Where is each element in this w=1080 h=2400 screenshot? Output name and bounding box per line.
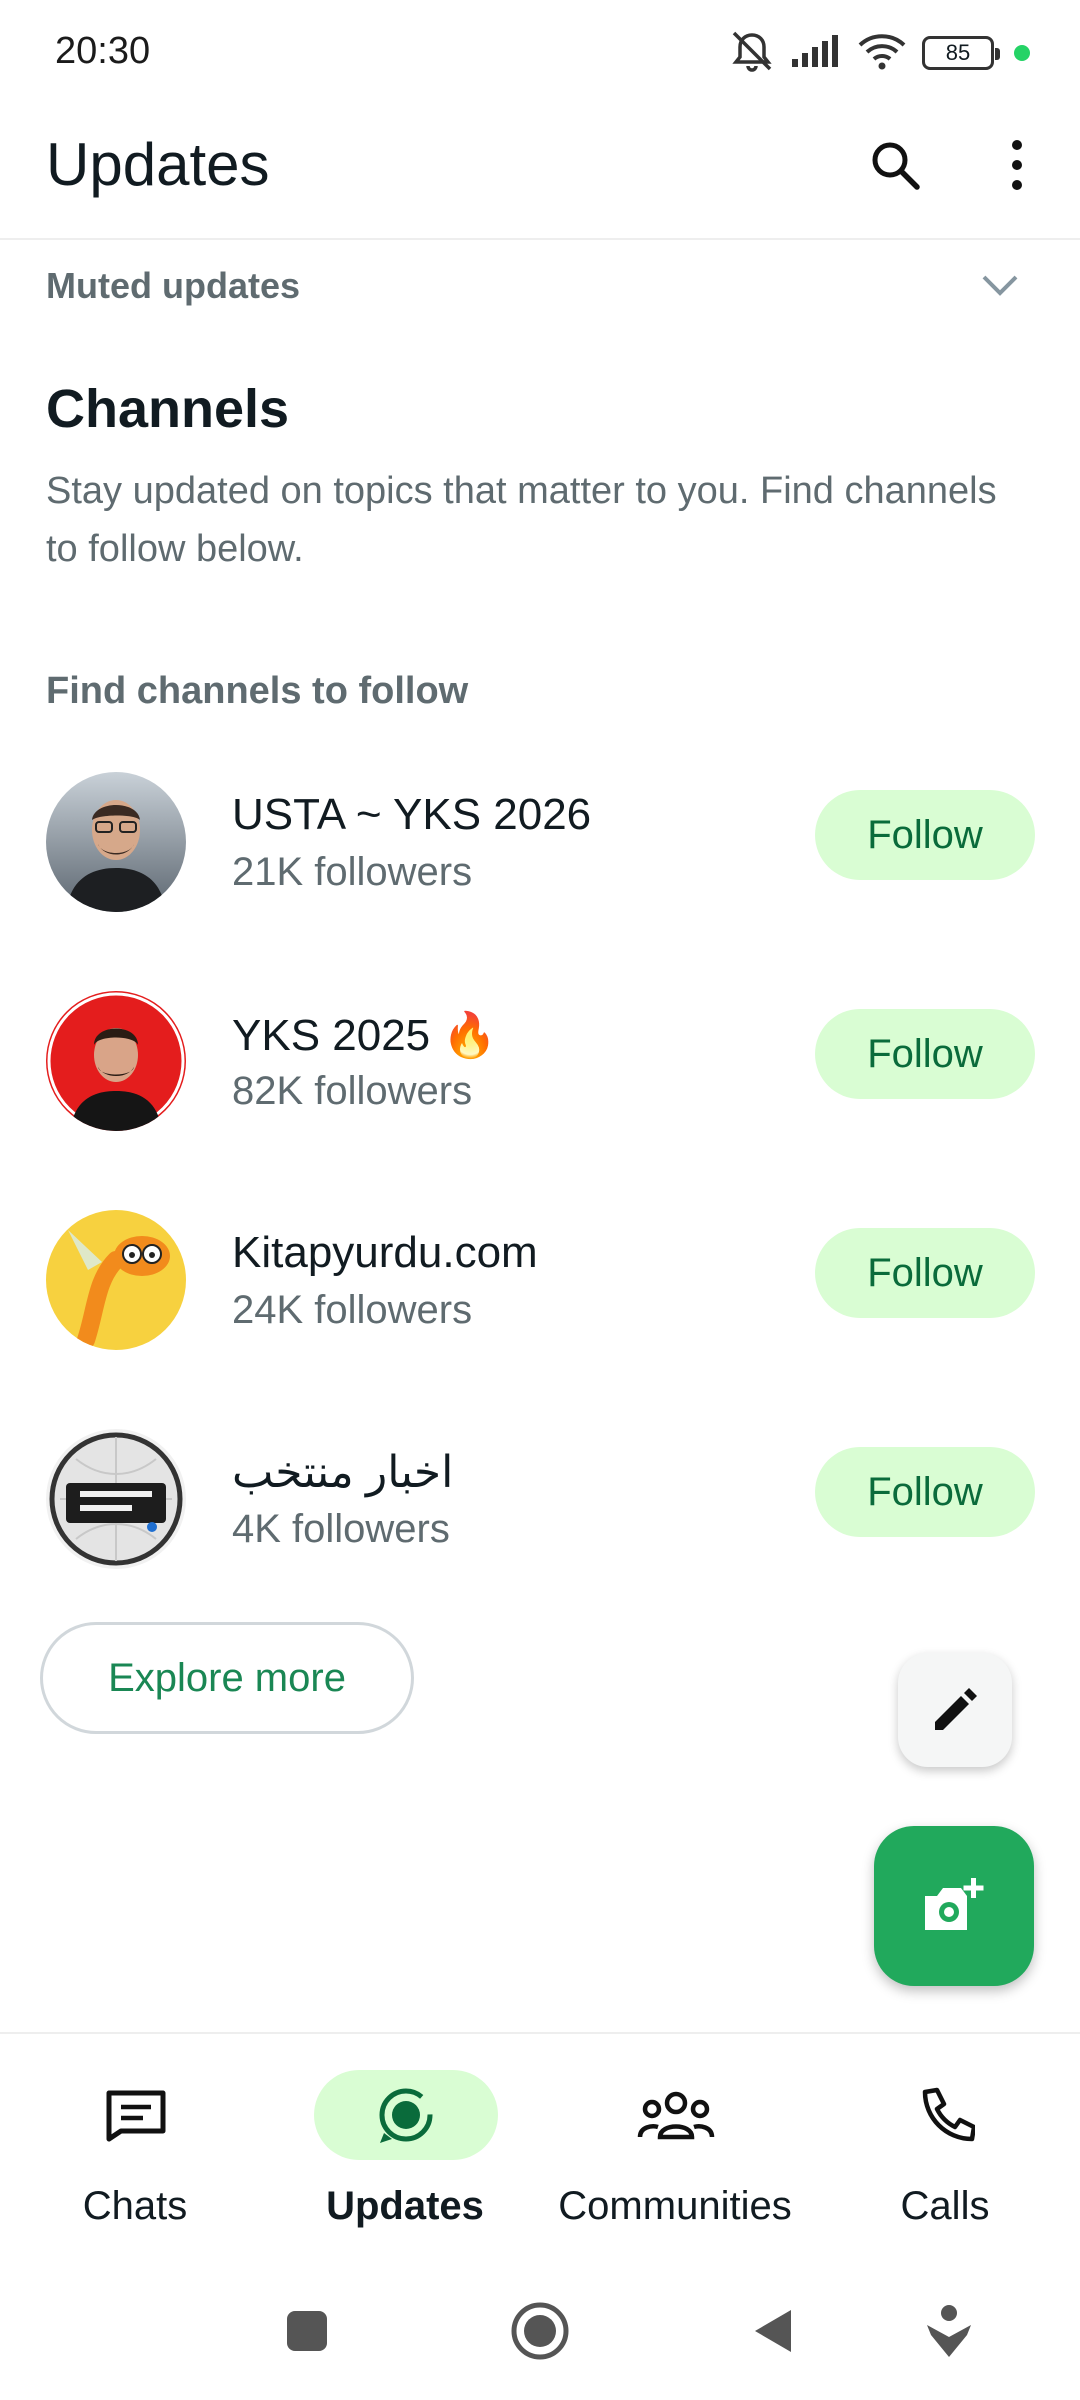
status-bar: 20:30 85 — [0, 0, 1080, 100]
channels-description: Stay updated on topics that matter to yo… — [46, 470, 997, 570]
phone-icon — [922, 2087, 975, 2142]
camera-add-icon — [925, 1878, 984, 1930]
channel-avatar — [46, 772, 186, 912]
nav-chats-pill — [44, 2070, 228, 2160]
camera-status-button[interactable] — [874, 1826, 1034, 1986]
nav-chats[interactable]: Chats — [0, 2034, 270, 2264]
channel-followers: 4K followers — [232, 1507, 450, 1551]
channel-followers: 82K followers — [232, 1069, 473, 1113]
page-title: Updates — [46, 131, 270, 198]
channel-item[interactable]: Kitapyurdu.com 24K followers Follow — [0, 1210, 1080, 1390]
channel-name: اخبار منتخب — [232, 1448, 454, 1497]
channel-name: Kitapyurdu.com — [232, 1228, 538, 1277]
chat-icon — [106, 2090, 166, 2142]
accessibility-icon — [927, 2305, 971, 2357]
nav-communities-pill — [584, 2070, 768, 2160]
home-button[interactable] — [505, 2296, 575, 2366]
chevron-down-icon[interactable] — [975, 260, 1025, 310]
status-time: 20:30 — [55, 30, 151, 72]
follow-button[interactable]: Follow — [815, 1228, 1035, 1318]
find-channels-label: Find channels to follow — [46, 670, 469, 712]
channel-name: YKS 2025 🔥 — [232, 1011, 498, 1060]
more-options-button[interactable] — [977, 125, 1057, 205]
status-icons: 85 — [728, 28, 1030, 78]
nav-communities[interactable]: Communities — [540, 2034, 810, 2264]
nav-updates-label: Updates — [326, 2184, 484, 2228]
updates-icon — [379, 2088, 433, 2143]
nav-chats-label: Chats — [82, 2184, 188, 2228]
home-circle-icon — [511, 2302, 569, 2360]
explore-more-button[interactable]: Explore more — [40, 1622, 414, 1734]
search-button[interactable] — [855, 125, 935, 205]
bottom-navigation: Chats Updates Communities Calls — [0, 2032, 1080, 2262]
channel-item[interactable]: اخبار منتخب 4K followers Follow — [0, 1429, 1080, 1609]
nav-updates-pill — [314, 2070, 498, 2160]
muted-updates-row[interactable]: Muted updates — [0, 245, 1080, 330]
back-button[interactable] — [738, 2296, 808, 2366]
muted-updates-label: Muted updates — [46, 265, 301, 306]
nav-communities-label: Communities — [558, 2184, 792, 2228]
app-header: Updates — [0, 100, 1080, 240]
nav-calls[interactable]: Calls — [810, 2034, 1080, 2264]
recents-button[interactable] — [272, 2296, 342, 2366]
assistant-button[interactable] — [914, 2296, 984, 2366]
more-vert-icon — [1012, 140, 1022, 190]
channel-avatar — [46, 1210, 186, 1350]
channel-avatar — [46, 991, 186, 1131]
privacy-indicator-dot — [1014, 45, 1030, 61]
nav-updates[interactable]: Updates — [270, 2034, 540, 2264]
search-icon — [872, 142, 920, 190]
pencil-icon — [935, 1688, 977, 1730]
follow-button[interactable]: Follow — [815, 1009, 1035, 1099]
nav-calls-pill — [854, 2070, 1038, 2160]
mute-icon — [728, 29, 776, 78]
system-navigation-bar — [0, 2262, 1080, 2400]
channels-title: Channels — [46, 379, 290, 439]
text-status-button[interactable] — [898, 1653, 1012, 1767]
square-icon — [287, 2311, 327, 2351]
channel-item[interactable]: USTA ~ YKS 2026 21K followers Follow — [0, 772, 1080, 952]
nav-calls-label: Calls — [900, 2184, 990, 2228]
channel-avatar — [46, 1429, 186, 1569]
follow-button[interactable]: Follow — [815, 790, 1035, 880]
communities-icon — [637, 2091, 715, 2140]
channel-item[interactable]: YKS 2025 🔥 82K followers Follow — [0, 991, 1080, 1171]
wifi-icon — [856, 31, 908, 76]
battery-icon: 85 — [922, 36, 1000, 70]
channel-followers: 21K followers — [232, 850, 473, 894]
back-triangle-icon — [755, 2310, 791, 2352]
channel-name: USTA ~ YKS 2026 — [232, 790, 592, 839]
follow-button[interactable]: Follow — [815, 1447, 1035, 1537]
channel-followers: 24K followers — [232, 1288, 473, 1332]
signal-icon — [790, 33, 842, 74]
